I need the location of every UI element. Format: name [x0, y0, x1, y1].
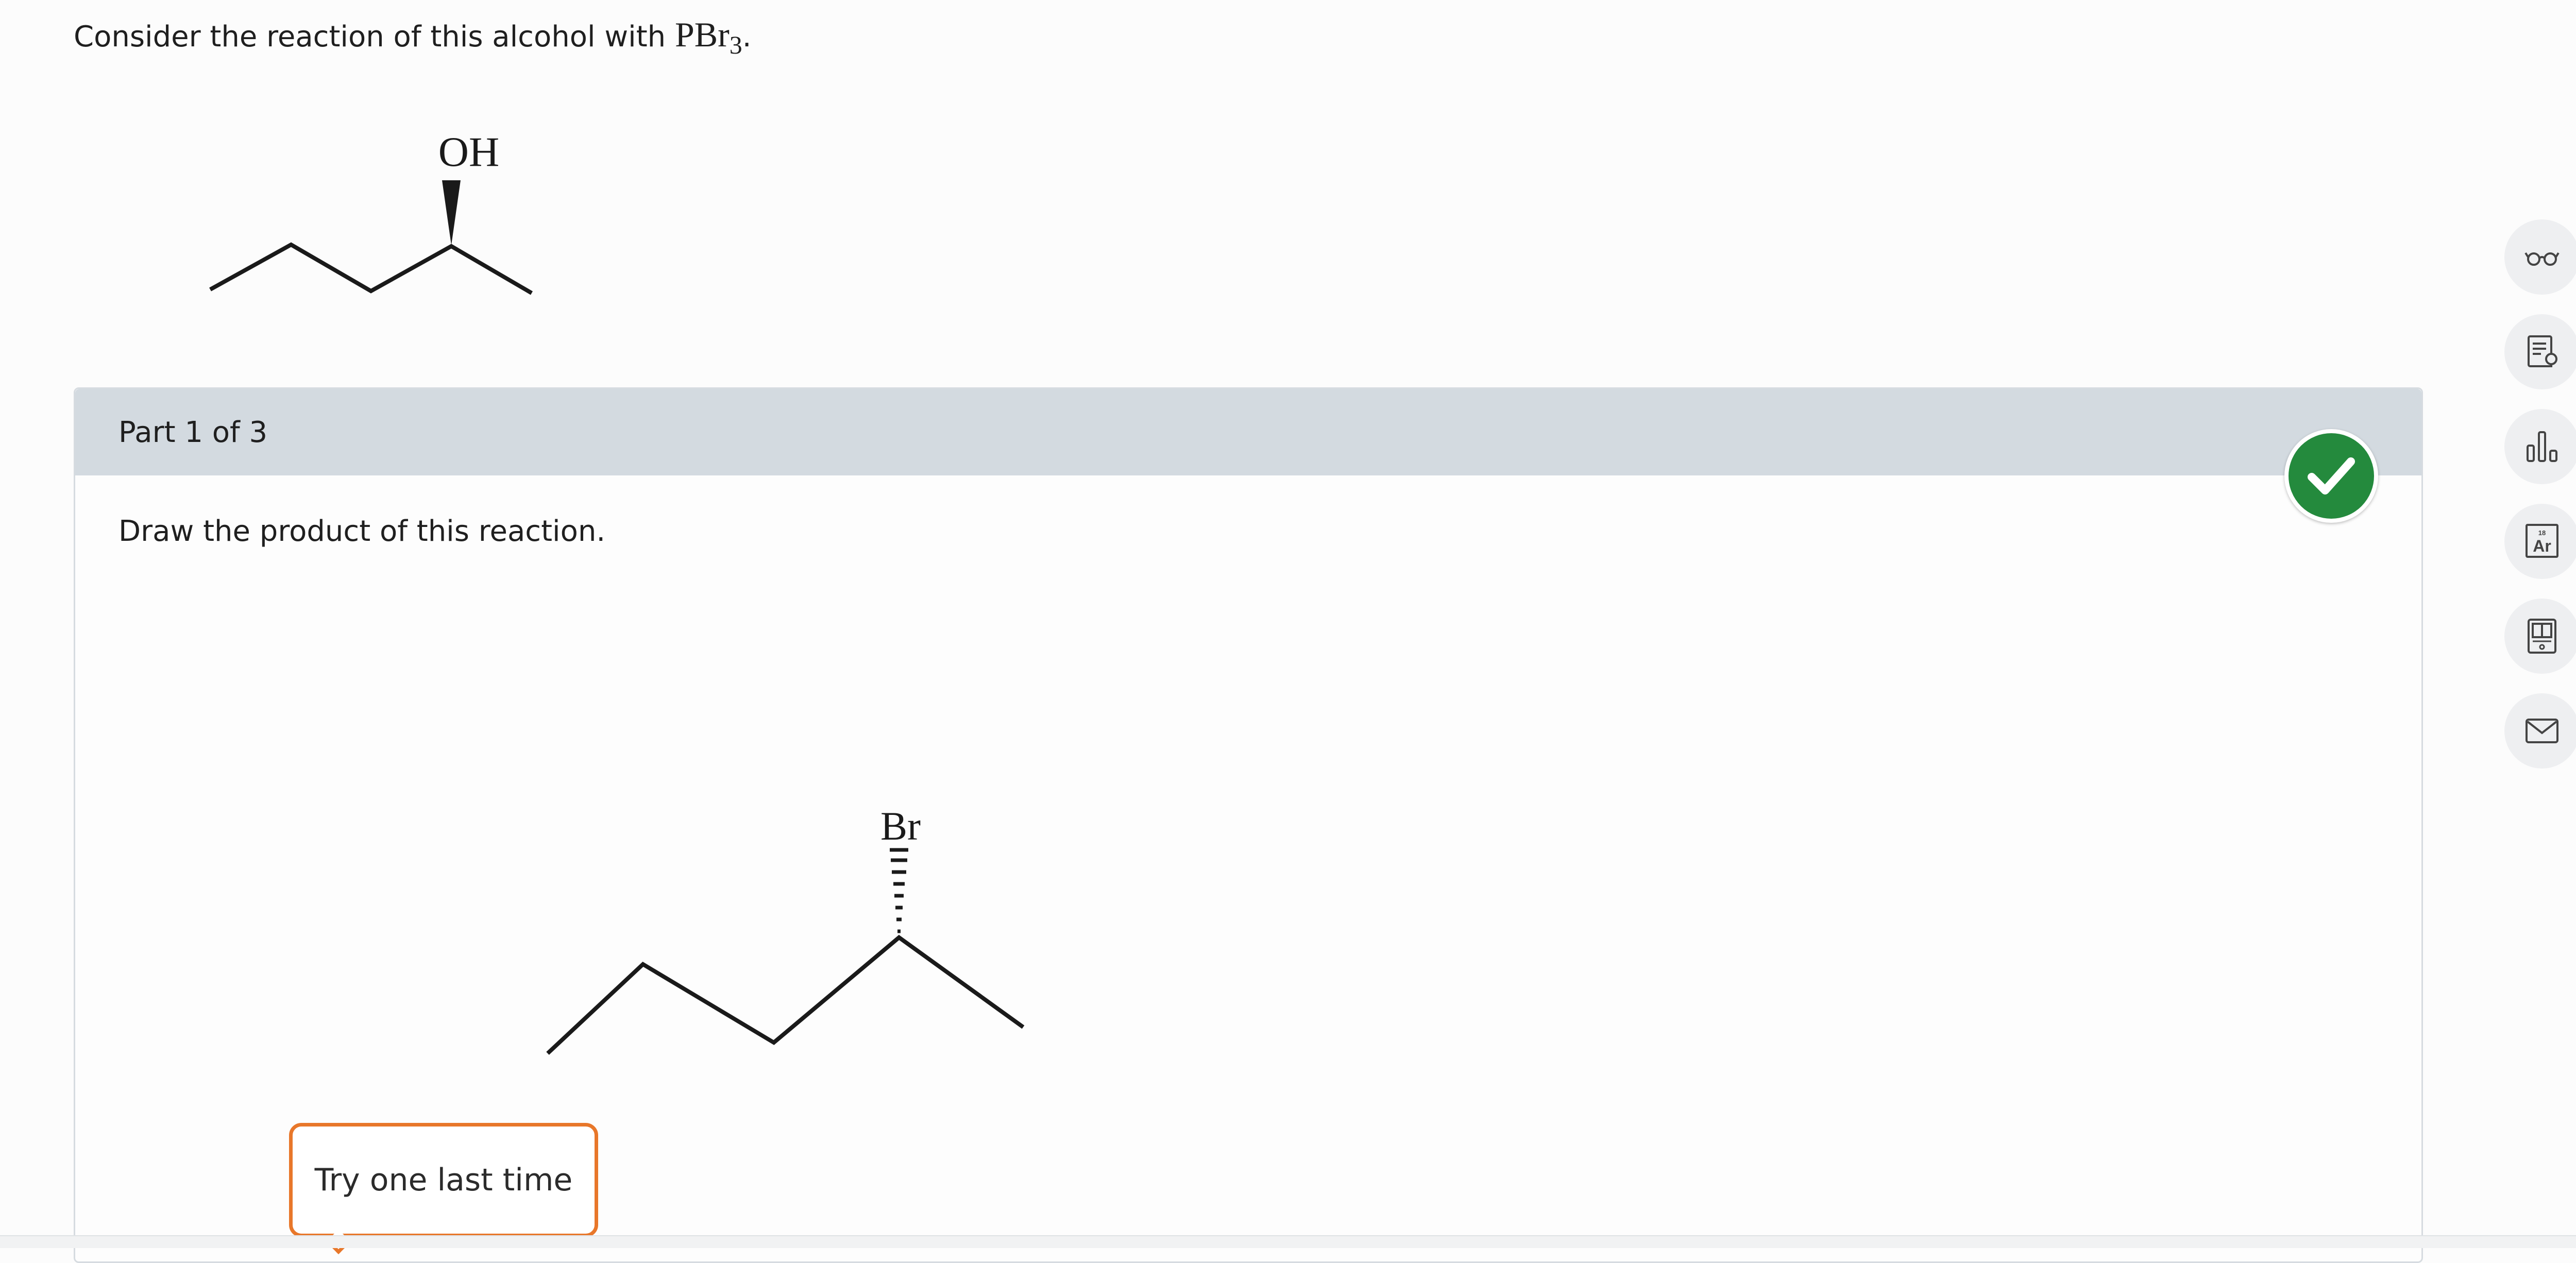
- periodic-table-number: 18: [2538, 529, 2546, 537]
- feedback-text: Try one last time: [314, 1162, 573, 1198]
- product-carbon-chain: [546, 934, 1025, 1055]
- hashed-wedge-bond: [890, 848, 908, 933]
- document-hint-icon: [2528, 335, 2557, 367]
- mail-icon: [2526, 719, 2558, 743]
- periodic-table-button[interactable]: 18 Ar: [2504, 504, 2576, 579]
- periodic-table-icon: 18 Ar: [2526, 524, 2558, 558]
- product-structure[interactable]: Br: [0, 0, 2576, 1247]
- calculator-book-icon: [2528, 619, 2556, 654]
- hint-document-button[interactable]: [2504, 314, 2576, 389]
- messages-button[interactable]: [2504, 693, 2576, 769]
- reading-glasses-button[interactable]: [2504, 219, 2576, 295]
- bar-chart-icon: [2527, 431, 2557, 462]
- glasses-icon: [2524, 252, 2560, 266]
- periodic-table-symbol: Ar: [2533, 537, 2551, 555]
- feedback-bubble: Try one last time: [289, 1123, 598, 1237]
- data-chart-button[interactable]: [2504, 409, 2576, 484]
- calculator-button[interactable]: [2504, 599, 2576, 674]
- bottom-bar: [0, 1235, 2576, 1248]
- bromine-label: Br: [880, 804, 921, 848]
